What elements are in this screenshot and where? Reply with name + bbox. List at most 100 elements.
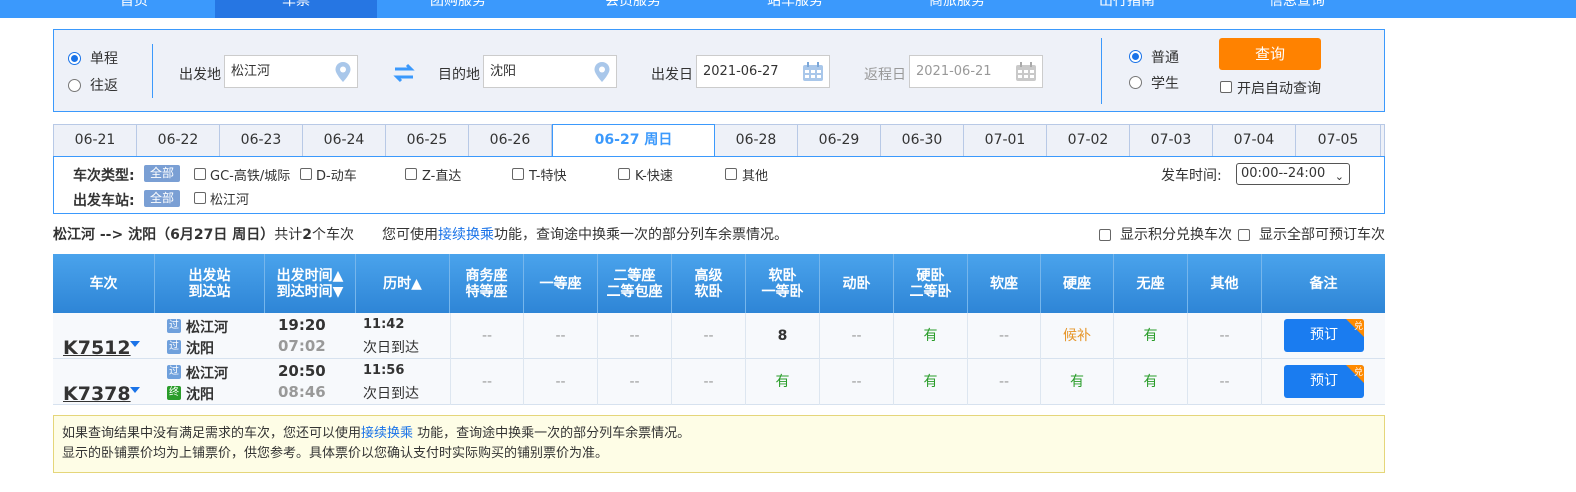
return-trip-radio[interactable] bbox=[68, 79, 81, 92]
nav-item-tickets[interactable]: 车票 bbox=[215, 0, 377, 18]
train-type-title: 车次类型: bbox=[73, 168, 135, 184]
book-button[interactable]: 预订 兑 bbox=[1284, 365, 1364, 398]
column-header[interactable]: 出发时间▲ 到达时间▼ bbox=[265, 254, 356, 313]
nav-item-station[interactable]: 站车服务 bbox=[714, 0, 876, 18]
nav-item-info[interactable]: 信息查询 bbox=[1216, 0, 1378, 18]
location-pin-icon bbox=[335, 62, 351, 82]
column-header: 商务座 特等座 bbox=[450, 254, 524, 313]
date-tab[interactable]: 07-02 bbox=[1047, 125, 1130, 157]
nav-item-group[interactable]: 团购服务 bbox=[377, 0, 539, 18]
train-code-link[interactable]: K7378 bbox=[63, 371, 131, 417]
seat-availability[interactable]: 有 bbox=[1114, 313, 1188, 359]
column-header[interactable]: 历时▲ bbox=[356, 254, 450, 313]
transfer-link[interactable]: 接续换乘 bbox=[438, 227, 494, 243]
column-header-line: 无座 bbox=[1136, 275, 1165, 292]
book-label: 预订 bbox=[1310, 373, 1338, 389]
book-button[interactable]: 预订 兑 bbox=[1284, 319, 1364, 352]
return-date-input[interactable]: 2021-06-21 bbox=[909, 55, 1043, 88]
oneway-radio[interactable] bbox=[68, 52, 81, 65]
date-tab[interactable]: 07-05 bbox=[1296, 125, 1381, 157]
date-tab[interactable]: 06-29 bbox=[798, 125, 881, 157]
show-points-checkbox[interactable] bbox=[1099, 229, 1111, 241]
column-header: 其他 bbox=[1188, 254, 1262, 313]
date-tab[interactable]: 06-27 周日 bbox=[552, 124, 715, 158]
column-header-line: 其他 bbox=[1210, 275, 1239, 292]
column-header: 二等座 二等包座 bbox=[598, 254, 672, 313]
type-z-checkbox[interactable] bbox=[405, 168, 417, 180]
date-tab[interactable]: 06-28 bbox=[715, 125, 798, 157]
duration: 11:56 bbox=[363, 363, 405, 378]
nav-item-home[interactable]: 首页 bbox=[53, 0, 215, 18]
auto-query-checkbox[interactable] bbox=[1220, 81, 1232, 93]
oneway-label: 单程 bbox=[90, 51, 118, 67]
seat-availability: -- bbox=[524, 313, 598, 359]
date-tab[interactable]: 07-04 bbox=[1213, 125, 1296, 157]
seat-availability[interactable]: 有 bbox=[1041, 359, 1114, 405]
from-label: 出发地 bbox=[179, 67, 221, 83]
nav-item-guide[interactable]: 出行指南 bbox=[1046, 0, 1208, 18]
type-d-checkbox[interactable] bbox=[300, 168, 312, 180]
train-code-cell: K7378 bbox=[53, 359, 155, 405]
depart-station: 松江河 bbox=[186, 320, 228, 336]
student-ticket-radio[interactable] bbox=[1129, 76, 1142, 89]
query-button[interactable]: 查询 bbox=[1219, 38, 1321, 70]
show-all-checkbox[interactable] bbox=[1238, 229, 1250, 241]
arrive-time: 08:46 bbox=[278, 383, 326, 401]
pass-badge: 过 bbox=[167, 365, 181, 379]
depart-station-all-chip[interactable]: 全部 bbox=[144, 190, 180, 207]
seat-availability: -- bbox=[672, 313, 746, 359]
seat-availability[interactable]: 有 bbox=[894, 313, 968, 359]
depart-station: 松江河 bbox=[186, 366, 228, 382]
show-points-label: 显示积分兑换车次 bbox=[1120, 227, 1232, 243]
column-header: 一等座 bbox=[524, 254, 598, 313]
train-type-all-chip[interactable]: 全部 bbox=[144, 165, 180, 182]
type-other-checkbox[interactable] bbox=[725, 168, 737, 180]
chevron-down-icon[interactable] bbox=[130, 387, 140, 393]
duration-note: 次日到达 bbox=[363, 340, 419, 356]
column-header: 高级 软卧 bbox=[672, 254, 746, 313]
seat-availability[interactable]: 候补 bbox=[1041, 313, 1114, 359]
seat-availability[interactable]: 8 bbox=[746, 313, 820, 359]
seat-availability: -- bbox=[1188, 313, 1262, 359]
type-gc-checkbox[interactable] bbox=[194, 168, 206, 180]
nav-item-member[interactable]: 会员服务 bbox=[552, 0, 714, 18]
date-tab[interactable]: 06-21 bbox=[54, 125, 137, 157]
date-tab[interactable]: 06-22 bbox=[137, 125, 220, 157]
chevron-down-icon[interactable] bbox=[130, 341, 140, 347]
depart-time-select[interactable]: 00:00--24:00 ⌄ bbox=[1236, 163, 1350, 185]
from-input[interactable]: 松江河 bbox=[224, 55, 358, 88]
normal-ticket-radio[interactable] bbox=[1129, 50, 1142, 63]
seat-availability: -- bbox=[1188, 359, 1262, 405]
type-t-checkbox[interactable] bbox=[512, 168, 524, 180]
column-header: 软座 bbox=[968, 254, 1041, 313]
pass-badge: 过 bbox=[167, 319, 181, 333]
column-header-line: 高级 bbox=[694, 267, 723, 284]
column-header: 备注 bbox=[1262, 254, 1385, 313]
date-tab[interactable]: 06-23 bbox=[220, 125, 303, 157]
notice-transfer-link[interactable]: 接续换乘 bbox=[361, 426, 413, 441]
seat-availability[interactable]: 有 bbox=[1114, 359, 1188, 405]
to-input[interactable]: 沈阳 bbox=[483, 55, 617, 88]
seat-availability[interactable]: 有 bbox=[746, 359, 820, 405]
station-checkbox[interactable] bbox=[194, 192, 206, 204]
notice-line-1: 如果查询结果中没有满足需求的车次，您还可以使用接续换乘 功能，查询途中换乘一次的… bbox=[62, 424, 1376, 444]
train-code-cell: K7512 bbox=[53, 313, 155, 359]
date-tab[interactable]: 07-03 bbox=[1130, 125, 1213, 157]
date-tab[interactable]: 06-26 bbox=[469, 125, 552, 157]
date-tab[interactable]: 06-24 bbox=[303, 125, 386, 157]
seat-availability: -- bbox=[820, 359, 894, 405]
type-k-checkbox[interactable] bbox=[618, 168, 630, 180]
date-tab[interactable]: 06-30 bbox=[881, 125, 964, 157]
nav-item-business[interactable]: 商旅服务 bbox=[876, 0, 1038, 18]
date-tab[interactable]: 07-01 bbox=[964, 125, 1047, 157]
seat-availability[interactable]: 有 bbox=[894, 359, 968, 405]
seat-availability: -- bbox=[524, 359, 598, 405]
student-ticket-label: 学生 bbox=[1151, 76, 1179, 92]
arrive-station: 沈阳 bbox=[186, 341, 214, 357]
column-header: 无座 bbox=[1114, 254, 1188, 313]
swap-icon[interactable] bbox=[392, 63, 416, 83]
column-header-line: 一等座 bbox=[539, 275, 582, 292]
column-header-line: 特等座 bbox=[465, 283, 508, 300]
date-tab[interactable]: 06-25 bbox=[386, 125, 469, 157]
depart-date-input[interactable]: 2021-06-27 bbox=[696, 55, 830, 88]
